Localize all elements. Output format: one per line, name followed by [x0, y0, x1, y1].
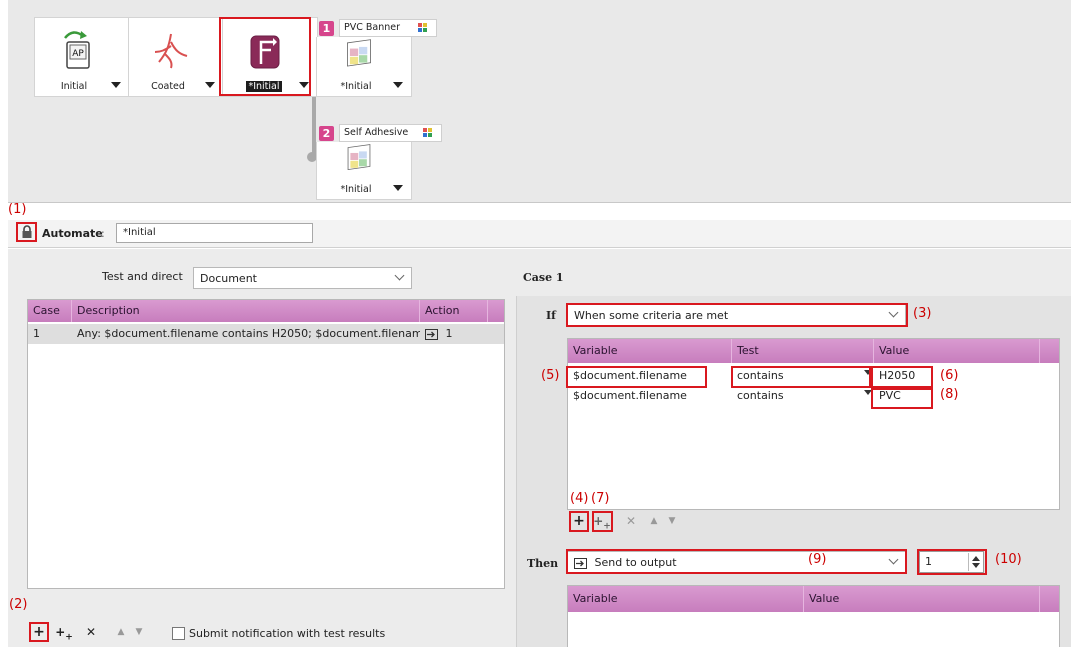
branch-options-icon[interactable]	[423, 128, 437, 138]
workflow-node-pvc-banner[interactable]: *Initial	[316, 37, 412, 97]
column-header-variable[interactable]: Variable	[568, 339, 732, 363]
row-action: 1	[420, 324, 488, 344]
chevron-down-icon[interactable]	[111, 82, 121, 88]
annotation-4: (4)	[570, 491, 589, 506]
highlight-box	[731, 366, 871, 388]
row-action-number: 1	[445, 327, 453, 340]
node-caption: Initial	[60, 81, 88, 92]
add-case-copy-button[interactable]: ++	[55, 624, 73, 642]
move-up-button[interactable]: ▲	[112, 624, 130, 642]
then-label: Then	[527, 557, 559, 570]
node-caption: *Initial	[340, 184, 372, 195]
highlight-box	[871, 366, 933, 388]
annotation-6: (6)	[940, 368, 959, 383]
select-value: Document	[200, 272, 257, 285]
delete-case-button[interactable]: ✕	[82, 624, 100, 642]
chevron-down-icon[interactable]	[205, 82, 215, 88]
highlight-box	[592, 511, 613, 532]
annotation-9: (9)	[808, 552, 827, 567]
chevron-down-icon[interactable]	[393, 185, 403, 191]
annotation-8: (8)	[940, 387, 959, 402]
output-variables-table: Variable Value	[567, 585, 1060, 647]
branch-label[interactable]: Self Adhesive	[339, 124, 442, 142]
annotation-10: (10)	[995, 552, 1022, 567]
annotation-7: (7)	[591, 491, 610, 506]
highlight-box	[917, 549, 987, 575]
test-and-direct-select[interactable]: Document	[193, 267, 412, 289]
branch-options-icon[interactable]	[418, 23, 432, 33]
highlight-box	[566, 366, 707, 388]
cases-table: Case Description Action 1 Any: $document…	[27, 299, 505, 589]
branch-number-badge: 1	[319, 21, 334, 36]
table-header: Variable Value	[568, 586, 1059, 612]
submit-notification-checkbox[interactable]	[172, 627, 185, 640]
chevron-down-icon[interactable]	[393, 82, 403, 88]
table-header: Case Description Action	[28, 300, 504, 322]
highlight-box	[219, 17, 311, 96]
branch-name: Self Adhesive	[344, 127, 409, 138]
column-header-value[interactable]: Value	[874, 339, 1040, 363]
send-to-output-icon	[425, 328, 438, 340]
automate-name-input[interactable]: *Initial	[116, 223, 313, 243]
node-caption: Coated	[151, 81, 185, 92]
row-case: 1	[33, 327, 40, 340]
svg-text:AP: AP	[72, 49, 84, 59]
highlight-box	[569, 511, 589, 532]
delete-criterion-button[interactable]: ✕	[622, 513, 640, 531]
row-test[interactable]: contains	[732, 386, 874, 406]
node-caption: *Initial	[340, 81, 372, 92]
row-variable[interactable]: $document.filename	[568, 386, 732, 406]
if-label: If	[546, 309, 556, 322]
column-header-test[interactable]: Test	[732, 339, 874, 363]
annotation-2: (2)	[9, 597, 28, 612]
move-up-button[interactable]: ▲	[645, 513, 663, 531]
ap-apogee-icon: AP	[64, 31, 90, 69]
highlight-box	[871, 388, 933, 409]
move-down-button[interactable]: ▼	[130, 624, 148, 642]
highlight-box	[16, 222, 37, 242]
column-header-description[interactable]: Description	[72, 300, 420, 322]
table-header: Variable Test Value	[568, 339, 1059, 363]
criteria-table: Variable Test Value $document.filename c…	[567, 338, 1060, 510]
column-header-variable[interactable]: Variable	[568, 586, 804, 612]
annotation-5: (5)	[541, 368, 560, 383]
column-header-case[interactable]: Case	[28, 300, 72, 322]
annotation-3: (3)	[913, 306, 932, 321]
highlight-box	[566, 549, 907, 574]
submit-notification-label: Submit notification with test results	[189, 627, 386, 640]
color-swatch-icon	[347, 39, 371, 67]
branch-name: PVC Banner	[344, 22, 401, 33]
automate-colon: :	[101, 227, 105, 240]
pdf-coated-icon	[154, 33, 188, 69]
annotation-1: (1)	[8, 202, 27, 217]
workflow-node-self-adhesive[interactable]: *Initial	[316, 142, 412, 200]
workflow-node-coated[interactable]: Coated	[128, 17, 224, 97]
color-swatch-icon	[347, 144, 371, 170]
test-and-direct-label: Test and direct	[102, 270, 183, 283]
table-row[interactable]: 1 Any: $document.filename contains H2050…	[28, 324, 504, 344]
case-title: Case 1	[523, 271, 564, 284]
column-header-value[interactable]: Value	[804, 586, 1040, 612]
branch-number-badge: 2	[319, 126, 334, 141]
row-description: Any: $document.filename contains H2050; …	[77, 327, 420, 340]
workflow-node-initial[interactable]: AP Initial	[34, 17, 130, 97]
highlight-box	[29, 622, 49, 642]
chevron-down-icon	[394, 270, 405, 281]
branch-label[interactable]: PVC Banner	[339, 19, 437, 37]
highlight-box	[566, 303, 908, 327]
move-down-button[interactable]: ▼	[663, 513, 681, 531]
automate-label: Automate	[42, 227, 103, 240]
table-row[interactable]: $document.filename contains PVC	[568, 386, 1059, 406]
column-header-action[interactable]: Action	[420, 300, 488, 322]
